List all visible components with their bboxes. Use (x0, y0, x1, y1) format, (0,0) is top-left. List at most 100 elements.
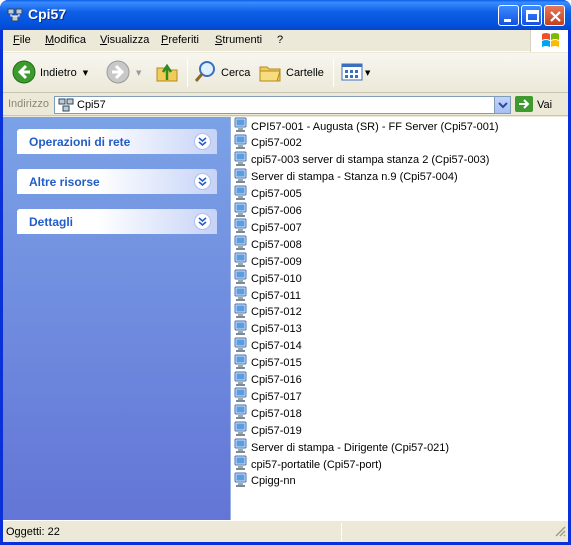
list-item-label: Cpi57-014 (251, 340, 302, 353)
chevron-down-icon[interactable] (194, 173, 211, 190)
network-computer-icon (7, 7, 23, 23)
address-input[interactable]: Cpi57 (54, 96, 511, 114)
address-value: Cpi57 (77, 99, 106, 111)
network-computer-icon (58, 98, 74, 115)
list-item-label: Cpi57-015 (251, 357, 302, 370)
window-title: Cpi57 (28, 6, 67, 22)
list-item-label: Cpi57-011 (251, 289, 301, 302)
file-list: CPI57-001 - Augusta (SR) - FF Server (Cp… (230, 117, 568, 520)
network-computer-icon (234, 472, 248, 491)
menu-preferiti[interactable]: Preferiti (161, 34, 199, 46)
menu-help[interactable]: ? (277, 34, 283, 46)
minimize-button[interactable] (498, 5, 519, 26)
title-bar[interactable]: Cpi57 (0, 0, 571, 30)
toolbar-separator (187, 59, 188, 87)
list-item[interactable]: Cpi57-017 (234, 387, 302, 405)
explorer-window: Cpi57 File Modifica Visualizza Preferiti… (0, 0, 571, 545)
status-text: Oggetti: 22 (6, 526, 60, 538)
panel-other-places[interactable]: Altre risorse (17, 169, 217, 194)
list-item[interactable]: Cpi57-010 (234, 269, 302, 287)
list-item[interactable]: Cpigg-nn (234, 472, 296, 491)
list-item[interactable]: Cpi57-007 (234, 218, 302, 236)
list-item-label: Cpi57-016 (251, 374, 302, 386)
forward-arrow-icon (106, 60, 130, 87)
folders-button[interactable]: Cartelle (258, 57, 324, 89)
list-item[interactable]: Cpi57-008 (234, 235, 302, 253)
list-item-label: Server di stampa - Stanza n.9 (Cpi57-004… (251, 171, 458, 184)
folders-label: Cartelle (286, 67, 324, 79)
list-item[interactable]: Cpi57-018 (234, 404, 302, 422)
menu-file[interactable]: File (13, 34, 31, 46)
list-item[interactable]: Cpi57-011 (234, 286, 301, 304)
list-item-label: Cpi57-006 (251, 205, 302, 217)
list-item[interactable]: Cpi57-015 (234, 354, 302, 372)
back-dropdown-icon[interactable]: ▼ (83, 69, 88, 77)
list-item[interactable]: Cpi57-005 (234, 185, 302, 203)
list-item[interactable]: Cpi57-012 (234, 303, 302, 321)
menu-visualizza[interactable]: Visualizza (100, 34, 149, 46)
search-button[interactable]: Cerca (193, 57, 250, 89)
folder-up-icon (155, 60, 179, 87)
list-item[interactable]: Cpi57-019 (234, 421, 302, 439)
close-button[interactable] (544, 5, 565, 26)
list-item[interactable]: Cpi57-002 (234, 134, 302, 152)
folders-icon (258, 60, 282, 87)
list-item-label: Cpi57-013 (251, 323, 302, 336)
list-item-label: Cpi57-018 (251, 407, 302, 420)
search-label: Cerca (221, 67, 251, 79)
list-item[interactable]: Server di stampa - Stanza n.9 (Cpi57-004… (234, 168, 458, 186)
menu-strumenti[interactable]: Strumenti (215, 34, 262, 46)
back-button[interactable]: Indietro ▼ (12, 57, 88, 89)
chevron-down-icon[interactable] (194, 213, 211, 230)
views-button[interactable]: ▼ (341, 57, 370, 89)
forward-button[interactable]: ▼ (106, 57, 141, 89)
panel-title: Altre risorse (29, 175, 100, 189)
list-item[interactable]: Cpi57-009 (234, 252, 302, 270)
list-item[interactable]: Server di stampa - Dirigente (Cpi57-021) (234, 438, 450, 456)
address-bar: Indirizzo Cpi57 Vai (3, 94, 568, 116)
list-item-label: CPI57-001 - Augusta (SR) - FF Server (Cp… (251, 120, 499, 133)
list-item[interactable]: Cpi57-016 (234, 371, 302, 389)
menu-modifica[interactable]: Modifica (45, 34, 86, 46)
go-arrow-icon (515, 95, 533, 115)
list-item-label: Cpigg-nn (251, 475, 296, 488)
list-item-label: Cpi57-007 (251, 221, 302, 234)
address-dropdown-button[interactable] (494, 97, 510, 113)
task-pane: Operazioni di rete Altre risorse Dettagl… (3, 117, 230, 520)
panel-details[interactable]: Dettagli (17, 209, 217, 234)
list-item-label: Cpi57-012 (251, 306, 302, 319)
search-icon (193, 60, 217, 87)
toolbar-separator (333, 59, 334, 87)
back-arrow-icon (12, 60, 36, 87)
list-item-label: cpi57-003 server di stampa stanza 2 (Cpi… (251, 154, 490, 167)
list-item-label: Cpi57-010 (251, 272, 302, 285)
window-frame: File Modifica Visualizza Preferiti Strum… (3, 30, 568, 542)
status-separator (341, 523, 342, 541)
list-item[interactable]: cpi57-portatile (Cpi57-port) (234, 455, 382, 473)
menu-bar: File Modifica Visualizza Preferiti Strum… (3, 30, 568, 52)
go-label: Vai (537, 99, 553, 111)
address-label: Indirizzo (8, 98, 49, 110)
chevron-down-icon[interactable] (194, 133, 211, 150)
list-item-label: Cpi57-017 (251, 390, 302, 403)
list-item-label: Cpi57-009 (251, 255, 302, 268)
list-item[interactable]: Cpi57-013 (234, 320, 302, 338)
list-item[interactable]: cpi57-003 server di stampa stanza 2 (Cpi… (234, 151, 490, 169)
panel-title: Dettagli (29, 215, 74, 229)
list-item[interactable]: Cpi57-014 (234, 337, 302, 355)
list-item-label: Cpi57-002 (251, 137, 302, 150)
maximize-button[interactable] (521, 5, 542, 26)
panel-network-tasks[interactable]: Operazioni di rete (17, 129, 217, 154)
views-dropdown-icon[interactable]: ▼ (365, 69, 370, 77)
go-button[interactable]: Vai (515, 95, 565, 115)
list-item[interactable]: CPI57-001 - Augusta (SR) - FF Server (Cp… (234, 117, 499, 135)
list-item-label: Server di stampa - Dirigente (Cpi57-021) (251, 441, 450, 454)
list-item-label: Cpi57-019 (251, 424, 302, 437)
back-label: Indietro (40, 67, 77, 79)
list-item[interactable]: Cpi57-006 (234, 202, 302, 220)
status-bar: Oggetti: 22 (3, 520, 568, 542)
resize-grip-icon[interactable] (554, 525, 566, 540)
toolbar: Indietro ▼ ▼ Cerca Cartelle ▼ (3, 53, 568, 93)
forward-dropdown-icon[interactable]: ▼ (136, 69, 141, 77)
up-folder-button[interactable] (155, 57, 179, 89)
